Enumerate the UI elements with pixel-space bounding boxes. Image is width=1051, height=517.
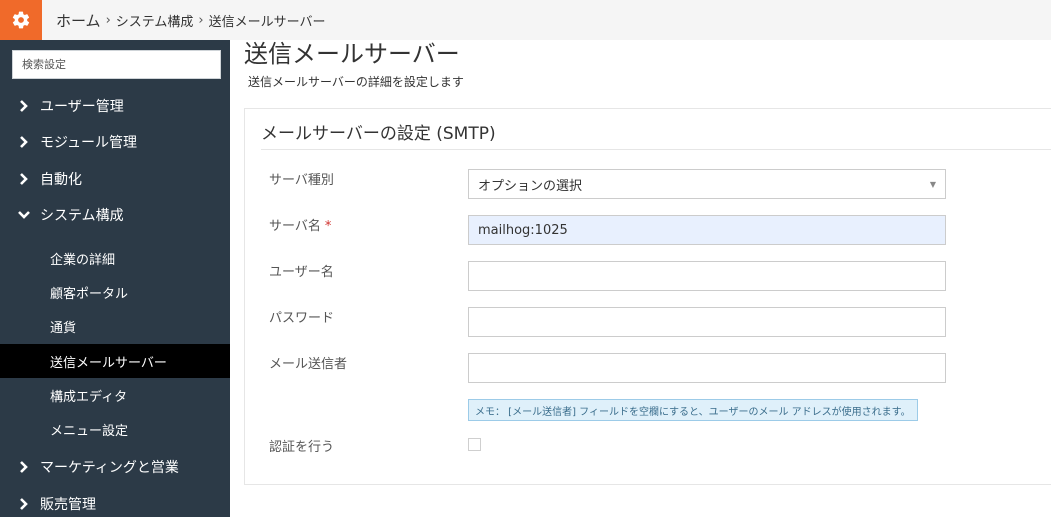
server-name-label: サーバ名 * bbox=[269, 215, 331, 234]
sidebar-subitem-config-editor[interactable]: 構成エディタ bbox=[0, 378, 230, 412]
sidebar-subitem-company-details[interactable]: 企業の詳細 bbox=[0, 241, 230, 275]
sidebar-subitem-customer-portal[interactable]: 顧客ポータル bbox=[0, 275, 230, 309]
auth-label: 認証を行う bbox=[269, 440, 335, 455]
sidebar-item-automation[interactable]: 自動化 bbox=[0, 161, 230, 197]
sidebar-item-user-management[interactable]: ユーザー管理 bbox=[0, 88, 230, 124]
server-name-input[interactable] bbox=[468, 215, 946, 245]
sidebar-item-sales-management[interactable]: 販売管理 bbox=[0, 486, 230, 517]
chevron-right-icon bbox=[16, 496, 32, 512]
password-label: パスワード bbox=[269, 311, 335, 326]
sidebar-item-label: マーケティングと営業 bbox=[40, 460, 179, 476]
sidebar-subitem-menu-settings[interactable]: メニュー設定 bbox=[0, 412, 230, 446]
breadcrumb-current: 送信メールサーバー bbox=[208, 14, 326, 30]
sidebar: ユーザー管理 モジュール管理 自動化 システム構成 企業の詳細 顧客ポータル 通… bbox=[0, 40, 230, 517]
username-input[interactable] bbox=[468, 261, 946, 291]
server-type-value: オプションの選択 bbox=[478, 178, 583, 194]
sidebar-item-module-management[interactable]: モジュール管理 bbox=[0, 124, 230, 160]
caret-down-icon: ▼ bbox=[929, 179, 936, 189]
sidebar-subitem-label: 通貨 bbox=[50, 320, 77, 336]
smtp-settings-panel: メールサーバーの設定 (SMTP) サーバ種別 オプションの選択 ▼ サーバ名 *… bbox=[244, 108, 1051, 485]
sidebar-item-label: システム構成 bbox=[40, 208, 124, 224]
username-label: ユーザー名 bbox=[269, 265, 334, 280]
gear-icon bbox=[12, 11, 30, 29]
breadcrumb-separator: › bbox=[198, 12, 204, 28]
password-input[interactable] bbox=[468, 307, 946, 337]
from-email-note: メモ： [メール送信者] フィールドを空欄にすると、ユーザーのメール アドレスが… bbox=[468, 399, 918, 421]
server-name-label-text: サーバ名 bbox=[269, 219, 321, 234]
sidebar-subitem-label: 企業の詳細 bbox=[50, 252, 116, 268]
main-content: 送信メールサーバー 送信メールサーバーの詳細を設定します メールサーバーの設定 … bbox=[230, 40, 1051, 517]
breadcrumb-home[interactable]: ホーム bbox=[56, 10, 101, 31]
sidebar-item-label: モジュール管理 bbox=[40, 135, 138, 151]
breadcrumb-section[interactable]: システム構成 bbox=[116, 11, 194, 30]
from-email-input[interactable] bbox=[468, 353, 946, 383]
page-description: 送信メールサーバーの詳細を設定します bbox=[248, 75, 464, 89]
page-title: 送信メールサーバー bbox=[244, 40, 460, 68]
sidebar-item-system-configuration[interactable]: システム構成 bbox=[0, 197, 230, 233]
server-type-label: サーバ種別 bbox=[269, 173, 334, 188]
chevron-right-icon bbox=[16, 459, 32, 475]
panel-divider bbox=[261, 149, 1051, 150]
from-email-label: メール送信者 bbox=[269, 357, 348, 372]
server-type-select[interactable]: オプションの選択 ▼ bbox=[468, 169, 946, 199]
settings-button[interactable] bbox=[0, 0, 42, 40]
sidebar-item-label: ユーザー管理 bbox=[40, 99, 124, 115]
sidebar-item-marketing-sales[interactable]: マーケティングと営業 bbox=[0, 449, 230, 485]
sidebar-subitem-label: 顧客ポータル bbox=[50, 286, 129, 302]
chevron-right-icon bbox=[16, 171, 32, 187]
required-marker: * bbox=[324, 219, 332, 234]
panel-title: メールサーバーの設定 (SMTP) bbox=[261, 124, 496, 144]
breadcrumb: ホーム › システム構成 › 送信メールサーバー bbox=[56, 9, 325, 31]
top-bar: ホーム › システム構成 › 送信メールサーバー bbox=[0, 0, 1051, 40]
search-settings-input[interactable] bbox=[12, 50, 221, 79]
breadcrumb-separator: › bbox=[105, 12, 111, 28]
sidebar-subitem-label: 送信メールサーバー bbox=[50, 355, 167, 371]
sidebar-subitem-currency[interactable]: 通貨 bbox=[0, 309, 230, 343]
auth-checkbox[interactable] bbox=[468, 438, 481, 451]
sidebar-subitem-outgoing-mail-server[interactable]: 送信メールサーバー bbox=[0, 344, 230, 378]
chevron-right-icon bbox=[16, 98, 32, 114]
sidebar-subitem-label: メニュー設定 bbox=[50, 423, 129, 439]
chevron-down-icon bbox=[16, 207, 32, 223]
sidebar-item-label: 自動化 bbox=[40, 172, 82, 188]
sidebar-subitem-label: 構成エディタ bbox=[50, 389, 128, 405]
chevron-right-icon bbox=[16, 134, 32, 150]
sidebar-item-label: 販売管理 bbox=[40, 497, 96, 513]
